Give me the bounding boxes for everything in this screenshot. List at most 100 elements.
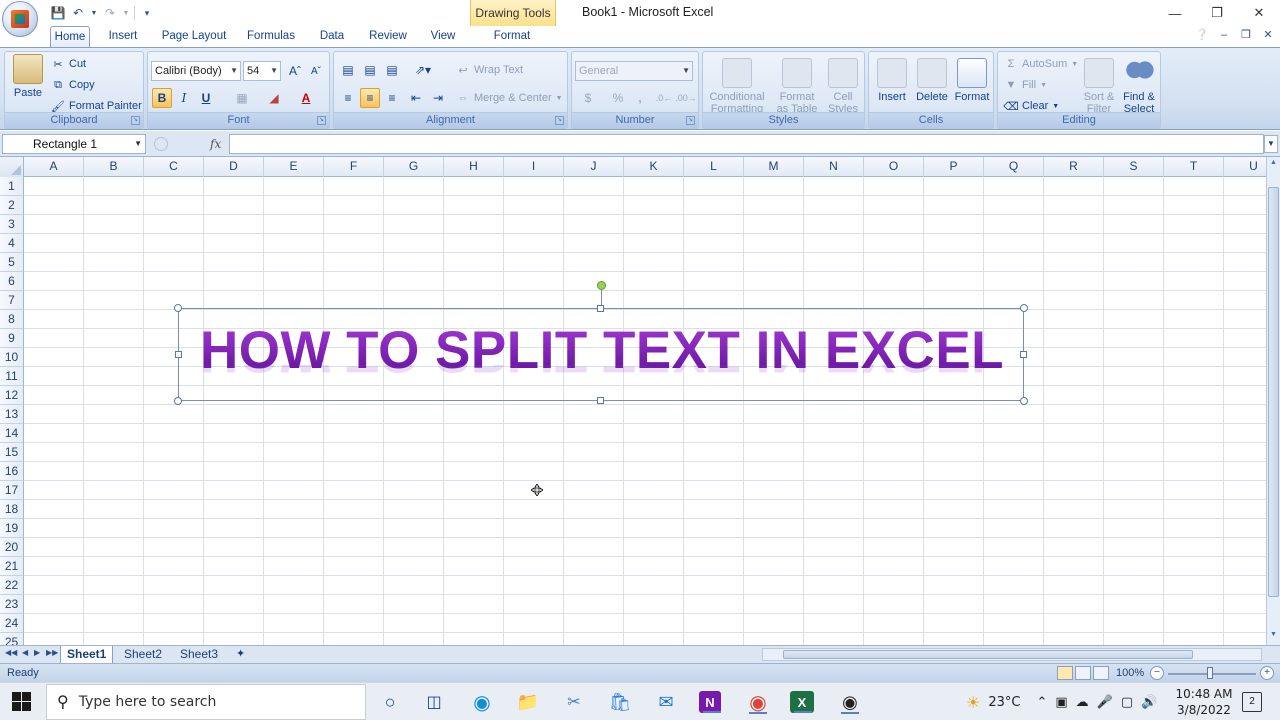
tab-format[interactable]: Format	[490, 26, 534, 47]
resize-handle-sw[interactable]	[174, 397, 182, 405]
increase-indent-icon[interactable]: ⇥	[428, 88, 448, 108]
row-header[interactable]: 8	[0, 310, 24, 329]
column-header[interactable]: G	[384, 157, 444, 177]
merge-center-button[interactable]: ⇔ Merge & Center ▼	[456, 89, 563, 107]
file-explorer-icon[interactable]: 📁	[515, 690, 541, 714]
column-header[interactable]: H	[444, 157, 504, 177]
horizontal-scrollbar[interactable]	[762, 648, 1262, 661]
decrease-indent-icon[interactable]: ⇤	[406, 88, 426, 108]
volume-icon[interactable]: 🔊	[1141, 695, 1157, 710]
show-hidden-icons-icon[interactable]: ⌃	[1036, 695, 1047, 710]
align-center-icon[interactable]: ≡	[360, 88, 380, 108]
insert-function-icon[interactable]: fx	[210, 137, 221, 151]
zoom-slider-thumb[interactable]	[1207, 667, 1213, 679]
row-header[interactable]: 4	[0, 234, 24, 253]
sheet-tab-sheet2[interactable]: Sheet2	[118, 646, 168, 664]
cancel-formula-icon[interactable]	[154, 137, 168, 151]
zoom-out-icon[interactable]: −	[1150, 666, 1164, 680]
currency-button[interactable]: $	[578, 88, 598, 108]
onenote-icon[interactable]: N	[699, 691, 721, 713]
row-header[interactable]: 25	[0, 633, 24, 645]
align-left-icon[interactable]: ≡	[338, 88, 358, 108]
tab-insert[interactable]: Insert	[104, 26, 142, 47]
align-bottom-icon[interactable]: ▤	[382, 60, 402, 80]
font-size-combo[interactable]: 54 ▼	[243, 61, 281, 81]
temperature[interactable]: 23°C	[988, 695, 1020, 710]
page-layout-view-icon[interactable]	[1075, 666, 1091, 680]
row-header[interactable]: 7	[0, 291, 24, 310]
zoom-level[interactable]: 100%	[1116, 667, 1144, 679]
cortana-icon[interactable]: ○	[377, 690, 403, 714]
column-header[interactable]: F	[324, 157, 384, 177]
row-header[interactable]: 23	[0, 595, 24, 614]
excel-icon[interactable]: X	[790, 691, 814, 713]
close-icon[interactable]: ✕	[1238, 0, 1280, 26]
windows-start-icon[interactable]	[12, 692, 32, 712]
store-icon[interactable]: 🛍	[607, 690, 633, 714]
tab-home[interactable]: Home	[50, 26, 90, 48]
cut-button[interactable]: ✂ Cut	[51, 55, 86, 73]
alignment-launcher-icon[interactable]: ↘	[555, 116, 564, 125]
vertical-scrollbar[interactable]: ▲ ▼	[1266, 157, 1280, 645]
chrome-icon[interactable]: ◉	[745, 690, 771, 714]
task-view-icon[interactable]: ◫	[421, 690, 447, 714]
column-header[interactable]: I	[504, 157, 564, 177]
increase-decimal-icon[interactable]: .0←	[654, 88, 674, 108]
format-as-table-button[interactable]: Format as Table	[773, 58, 821, 115]
weather-icon[interactable]: ☀	[966, 693, 980, 712]
column-header[interactable]: D	[204, 157, 264, 177]
row-header[interactable]: 24	[0, 614, 24, 633]
horizontal-scroll-thumb[interactable]	[783, 650, 1193, 659]
column-header[interactable]: J	[564, 157, 624, 177]
column-header[interactable]: L	[684, 157, 744, 177]
scroll-up-icon[interactable]: ▲	[1267, 159, 1280, 171]
decrease-decimal-icon[interactable]: .00→	[675, 88, 697, 108]
taskbar-search-box[interactable]: ⚲ Type here to search	[46, 684, 366, 720]
sheet-tab-sheet1[interactable]: Sheet1	[60, 646, 114, 664]
scroll-down-icon[interactable]: ▼	[1267, 631, 1280, 643]
row-header[interactable]: 9	[0, 329, 24, 348]
borders-icon[interactable]: ▦	[232, 88, 252, 108]
row-header[interactable]: 22	[0, 576, 24, 595]
zoom-in-icon[interactable]: +	[1260, 666, 1274, 680]
taskbar-clock[interactable]: 10:48 AM 3/8/2022	[1174, 686, 1234, 718]
resize-handle-e[interactable]	[1020, 351, 1027, 358]
workbook-minimize-icon[interactable]: –	[1216, 29, 1232, 41]
restore-icon[interactable]: ❐	[1196, 0, 1238, 26]
last-sheet-icon[interactable]: ▶▶	[46, 648, 58, 657]
row-header[interactable]: 20	[0, 538, 24, 557]
column-header[interactable]: A	[24, 157, 84, 177]
sheet-tab-sheet3[interactable]: Sheet3	[174, 646, 224, 664]
first-sheet-icon[interactable]: ◀◀	[5, 648, 17, 657]
shrink-font-icon[interactable]: Aˇ	[306, 61, 326, 81]
paste-button[interactable]: Paste	[9, 54, 47, 99]
tab-page-layout[interactable]: Page Layout	[159, 26, 229, 47]
resize-handle-w[interactable]	[175, 351, 182, 358]
align-top-icon[interactable]: ▤	[338, 60, 358, 80]
insert-cells-button[interactable]: Insert	[873, 58, 911, 103]
resize-handle-s[interactable]	[597, 397, 604, 404]
notifications-icon[interactable]: 2	[1242, 692, 1262, 712]
column-header[interactable]: P	[924, 157, 984, 177]
row-header[interactable]: 14	[0, 424, 24, 443]
row-header[interactable]: 6	[0, 272, 24, 291]
row-header[interactable]: 21	[0, 557, 24, 576]
resize-handle-se[interactable]	[1020, 397, 1028, 405]
cell-grid[interactable]	[24, 177, 1266, 645]
column-header[interactable]: K	[624, 157, 684, 177]
insert-sheet-icon[interactable]: ✦	[230, 646, 251, 664]
microphone-icon[interactable]: 🎤	[1097, 695, 1113, 710]
tab-data[interactable]: Data	[316, 26, 348, 47]
row-header[interactable]: 2	[0, 196, 24, 215]
row-header[interactable]: 13	[0, 405, 24, 424]
percent-button[interactable]: %	[608, 88, 628, 108]
column-header[interactable]: T	[1164, 157, 1224, 177]
copy-button[interactable]: ⧉ Copy	[51, 76, 95, 94]
column-header[interactable]: B	[84, 157, 144, 177]
column-header[interactable]: N	[804, 157, 864, 177]
fill-button[interactable]: ▼ Fill ▼	[1004, 76, 1047, 94]
obs-icon[interactable]: ◉	[837, 690, 863, 714]
align-right-icon[interactable]: ≡	[382, 88, 402, 108]
format-cells-button[interactable]: Format	[953, 58, 991, 103]
redo-icon[interactable]: ↷	[102, 5, 118, 21]
